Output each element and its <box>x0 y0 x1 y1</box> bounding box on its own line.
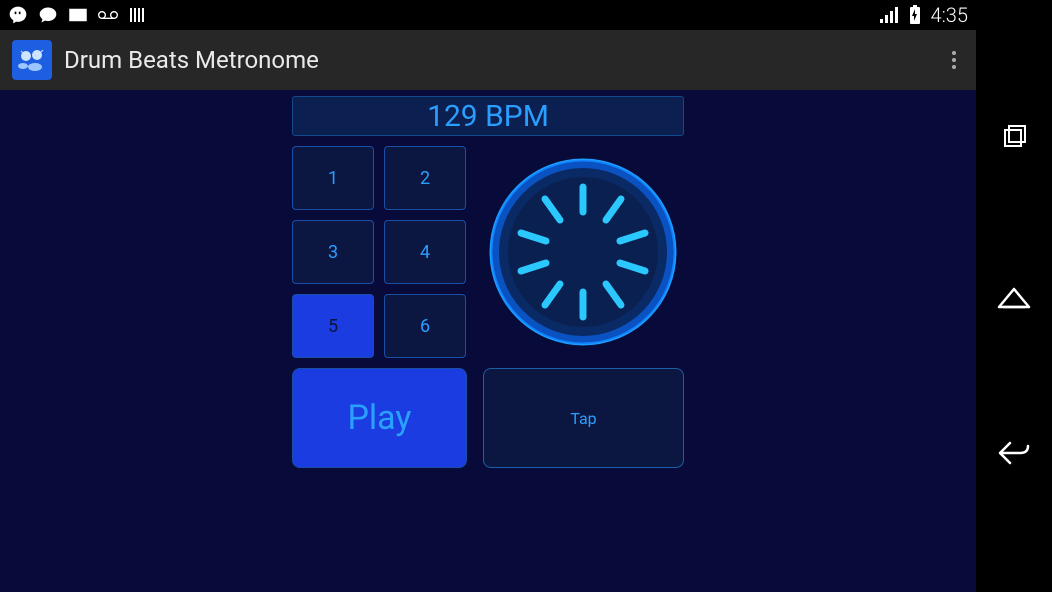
beat-grid: 1 2 3 4 5 6 <box>292 146 466 358</box>
beat-button-2[interactable]: 2 <box>384 146 466 210</box>
main-content: 129 BPM 1 2 3 4 5 6 <box>0 90 976 592</box>
app-bar: Drum Beats Metronome <box>0 30 976 90</box>
beat-button-5[interactable]: 5 <box>292 294 374 358</box>
voicemail-icon <box>98 5 118 25</box>
signal-icon <box>879 5 899 25</box>
overflow-menu-button[interactable] <box>944 43 964 77</box>
app-title: Drum Beats Metronome <box>64 46 319 74</box>
home-button[interactable] <box>994 276 1034 316</box>
tap-button[interactable]: Tap <box>483 368 684 468</box>
beat-button-4[interactable]: 4 <box>384 220 466 284</box>
recent-apps-button[interactable] <box>994 119 1034 159</box>
bpm-display: 129 BPM <box>292 96 684 136</box>
back-button[interactable] <box>994 433 1034 473</box>
beat-button-3[interactable]: 3 <box>292 220 374 284</box>
status-bar: 4:35 <box>0 0 976 30</box>
beat-button-1[interactable]: 1 <box>292 146 374 210</box>
status-time: 4:35 <box>931 3 968 27</box>
battery-charging-icon <box>905 5 925 25</box>
chat-icon <box>38 5 58 25</box>
tempo-dial[interactable] <box>488 157 678 347</box>
app-icon <box>12 40 52 80</box>
play-button[interactable]: Play <box>292 368 467 468</box>
mail-icon <box>68 5 88 25</box>
hangouts-icon <box>8 5 28 25</box>
system-navbar <box>976 0 1052 592</box>
bars-icon <box>128 5 148 25</box>
beat-button-6[interactable]: 6 <box>384 294 466 358</box>
